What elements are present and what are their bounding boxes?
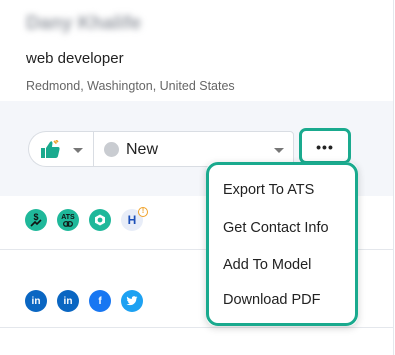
chevron-down-icon	[73, 148, 83, 153]
profile-card: Dany Khalife web developer Redmond, Wash…	[0, 0, 395, 355]
svg-text:$: $	[33, 212, 38, 222]
section-divider	[0, 327, 393, 328]
twitter-bird-glyph	[126, 296, 138, 306]
more-actions-button[interactable]: •••	[299, 128, 351, 164]
linkedin-icon[interactable]: in	[25, 290, 47, 312]
linkedin-label: in	[63, 295, 73, 307]
ellipsis-icon: •••	[316, 139, 334, 155]
candidate-location: Redmond, Washington, United States	[26, 79, 235, 93]
candidate-title: web developer	[26, 50, 124, 67]
rating-dropdown[interactable]	[28, 131, 94, 167]
ats-icon[interactable]: ATS	[57, 209, 79, 231]
h-icon-label: H	[127, 213, 137, 227]
linkedin-icon[interactable]: in	[57, 290, 79, 312]
status-dot-icon	[104, 142, 119, 157]
twitter-icon[interactable]	[121, 290, 143, 312]
chevron-down-icon	[274, 148, 284, 153]
dollar-trend-glyph: $	[30, 212, 42, 227]
candidate-name: Dany Khalife	[26, 12, 162, 36]
ats-icon-label: ATS	[61, 213, 75, 221]
candidate-name-text: Dany Khalife	[26, 13, 142, 34]
warning-badge-icon: !	[138, 207, 148, 217]
facebook-icon[interactable]: f	[89, 290, 111, 312]
status-label: New	[126, 141, 159, 158]
facebook-label: f	[98, 295, 102, 307]
hexagon-glyph	[95, 214, 105, 226]
dollar-trend-icon[interactable]: $	[25, 209, 47, 231]
link-icon	[63, 220, 73, 227]
hexagon-icon[interactable]	[89, 209, 111, 231]
card-right-border	[393, 0, 394, 355]
linkedin-label: in	[31, 295, 41, 307]
thumbs-up-icon	[41, 140, 60, 158]
menu-highlight-outline	[206, 162, 358, 326]
